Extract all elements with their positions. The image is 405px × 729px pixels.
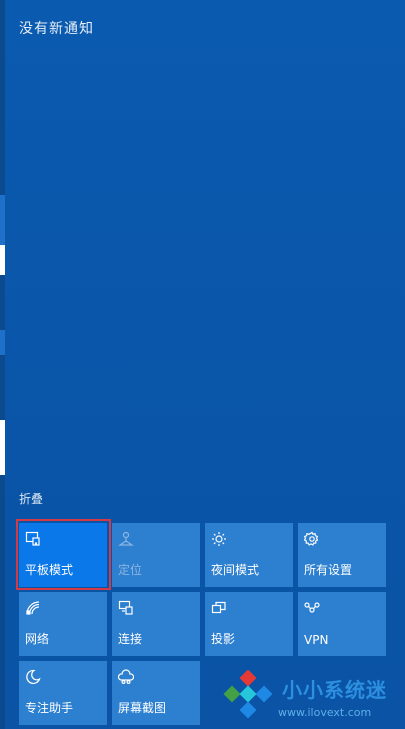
watermark-site-name: 小小系统迷 [282,678,387,702]
connect-icon [118,600,133,615]
night-light-icon [212,532,226,546]
no-notifications-text: 没有新通知 [19,21,94,37]
site-watermark: 小小系统迷 www.ilovext.com [218,670,403,725]
tile-all-settings[interactable]: 所有设置 [298,523,386,587]
tile-label: 夜间模式 [211,563,260,577]
watermark-logo-icon [223,670,273,719]
settings-gear-icon [304,531,319,546]
action-center-panel: 没有新通知 折叠 平板模式 定位 夜间模式 所有设置 网络 连接 投影 VPN … [5,0,405,729]
location-icon [118,531,134,546]
tile-label: 平板模式 [25,563,74,577]
tile-connect[interactable]: 连接 [112,592,200,656]
network-icon [26,601,40,615]
moon-icon [26,669,41,685]
screen-snip-icon [118,669,134,685]
tile-project[interactable]: 投影 [205,592,293,656]
tile-screen-snip[interactable]: 屏幕截图 [112,661,200,725]
tile-label: VPN [304,633,329,647]
vpn-icon [304,602,320,613]
tile-label: 所有设置 [304,563,353,577]
tile-tablet-mode[interactable]: 平板模式 [16,519,111,590]
tablet-mode-icon [25,531,40,546]
tile-focus-assist[interactable]: 专注助手 [19,661,107,725]
project-icon [211,601,226,614]
tile-vpn[interactable]: VPN [298,592,386,656]
tile-label: 网络 [25,632,50,646]
tile-label: 投影 [211,632,236,646]
watermark-url: www.ilovext.com [278,706,372,719]
tile-label: 专注助手 [25,701,74,715]
tile-label: 定位 [118,563,143,577]
tile-network[interactable]: 网络 [19,592,107,656]
tile-location[interactable]: 定位 [112,523,200,587]
tile-label: 连接 [118,632,143,646]
tile-night-light[interactable]: 夜间模式 [205,523,293,587]
tile-label: 屏幕截图 [118,701,167,715]
collapse-link[interactable]: 折叠 [19,490,43,507]
